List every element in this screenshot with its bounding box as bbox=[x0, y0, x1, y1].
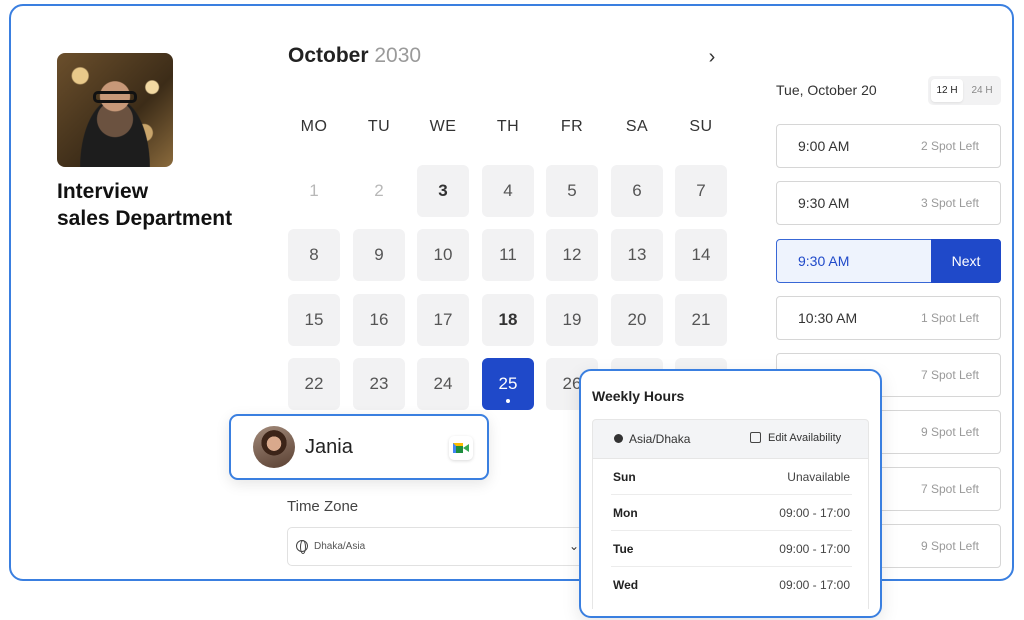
slot-spots: 9 Spot Left bbox=[920, 425, 979, 439]
weekly-day: Tue bbox=[613, 542, 634, 556]
weekly-hours-header: Asia/Dhaka Edit Availability bbox=[592, 419, 869, 459]
calendar-day: 1 bbox=[309, 181, 319, 200]
timezone-label: Time Zone bbox=[287, 498, 359, 515]
format-24h[interactable]: 24 H bbox=[966, 79, 998, 102]
slot-time: 9:30 AM bbox=[798, 195, 850, 211]
slot-spots: 7 Spot Left bbox=[920, 482, 979, 496]
calendar-day[interactable]: 22 bbox=[288, 358, 340, 410]
calendar-day[interactable]: 21 bbox=[675, 294, 727, 346]
weekday-th: TH bbox=[496, 118, 520, 135]
calendar-day[interactable]: 17 bbox=[417, 294, 469, 346]
calendar-day[interactable]: 4 bbox=[482, 165, 534, 217]
calendar-day[interactable]: 9 bbox=[353, 229, 405, 281]
calendar-day[interactable]: 10 bbox=[417, 229, 469, 281]
weekly-hours-value: 09:00 - 17:00 bbox=[779, 542, 850, 556]
glasses-shape bbox=[93, 91, 137, 103]
month-name: October bbox=[288, 44, 369, 67]
invitee-card[interactable]: Jania bbox=[229, 414, 489, 480]
calendar-day[interactable]: 6 bbox=[611, 165, 663, 217]
weekday-we: WE bbox=[429, 118, 457, 135]
slot-spots: 2 Spot Left bbox=[920, 139, 979, 153]
edit-icon[interactable] bbox=[750, 432, 761, 443]
calendar-day[interactable]: 5 bbox=[546, 165, 598, 217]
selected-date-label: Tue, October 20 bbox=[776, 82, 877, 98]
weekday-fr: FR bbox=[560, 118, 584, 135]
slot-spots: 7 Spot Left bbox=[920, 368, 979, 382]
month-year: 2030 bbox=[374, 44, 422, 67]
time-slot[interactable]: 9:30 AM 3 Spot Left bbox=[776, 181, 1001, 225]
weekly-hours-title: Weekly Hours bbox=[592, 388, 685, 404]
calendar-day[interactable]: 13 bbox=[611, 229, 663, 281]
time-slot[interactable]: 10:30 AM 1 Spot Left bbox=[776, 296, 1001, 340]
time-slot-selected[interactable]: 9:30 AM Next bbox=[776, 239, 1001, 283]
slot-time: 9:00 AM bbox=[798, 138, 850, 154]
calendar-day[interactable]: 20 bbox=[611, 294, 663, 346]
meet-icon-body bbox=[453, 443, 463, 453]
weekly-hours-value: 09:00 - 17:00 bbox=[779, 578, 850, 592]
calendar-day[interactable]: 12 bbox=[546, 229, 598, 281]
calendar-day[interactable]: 18 bbox=[482, 294, 534, 346]
event-title-line1: Interview bbox=[57, 180, 149, 203]
calendar-day[interactable]: 24 bbox=[417, 358, 469, 410]
weekly-day: Mon bbox=[613, 506, 638, 520]
calendar-day: 2 bbox=[374, 181, 384, 200]
format-12h[interactable]: 12 H bbox=[931, 79, 963, 102]
weekly-hours-timezone: Asia/Dhaka bbox=[629, 432, 691, 446]
timezone-select[interactable]: Dhaka/Asia ⌄ bbox=[287, 527, 592, 566]
weekly-hours-row: Wed 09:00 - 17:00 bbox=[611, 567, 852, 603]
event-title: Interview sales Department bbox=[57, 178, 277, 232]
time-slot[interactable]: 9:00 AM 2 Spot Left bbox=[776, 124, 1001, 168]
weekly-day: Sun bbox=[613, 470, 636, 484]
calendar-day[interactable]: 19 bbox=[546, 294, 598, 346]
weekly-hours-row: Sun Unavailable bbox=[611, 459, 852, 495]
calendar-day[interactable]: 8 bbox=[288, 229, 340, 281]
invitee-name: Jania bbox=[305, 436, 353, 458]
calendar-day[interactable]: 3 bbox=[417, 165, 469, 217]
slot-time: 9:30 AM bbox=[798, 253, 850, 269]
slot-time: 10:30 AM bbox=[798, 310, 858, 326]
chevron-down-icon: ⌄ bbox=[568, 539, 579, 553]
calendar-day[interactable]: 15 bbox=[288, 294, 340, 346]
event-title-line2: sales Department bbox=[57, 207, 233, 230]
weekday-mo: MO bbox=[300, 118, 328, 135]
edit-availability-link[interactable]: Edit Availability bbox=[768, 432, 841, 444]
calendar-day[interactable]: 23 bbox=[353, 358, 405, 410]
globe-icon bbox=[614, 434, 623, 443]
weekday-sa: SA bbox=[625, 118, 649, 135]
calendar-day[interactable]: 11 bbox=[482, 229, 534, 281]
weekly-hours-row: Mon 09:00 - 17:00 bbox=[611, 495, 852, 531]
calendar-day[interactable]: 16 bbox=[353, 294, 405, 346]
weekly-hours-row: Tue 09:00 - 17:00 bbox=[611, 531, 852, 567]
timezone-value: Dhaka/Asia bbox=[314, 541, 366, 552]
slot-spots: 3 Spot Left bbox=[920, 196, 979, 210]
calendar-day[interactable]: 14 bbox=[675, 229, 727, 281]
slot-spots: 9 Spot Left bbox=[920, 539, 979, 553]
weekly-hours-value: Unavailable bbox=[787, 470, 850, 484]
invitee-avatar bbox=[253, 426, 295, 468]
weekly-day: Wed bbox=[613, 578, 639, 592]
next-button[interactable]: Next bbox=[931, 239, 1001, 283]
calendar-day-selected[interactable]: 25 bbox=[482, 358, 534, 410]
host-avatar bbox=[57, 53, 173, 167]
month-title: October 2030 bbox=[288, 44, 421, 68]
meet-icon-lens bbox=[463, 444, 469, 452]
weekly-hours-list: Sun Unavailable Mon 09:00 - 17:00 Tue 09… bbox=[592, 459, 869, 609]
weekly-hours-value: 09:00 - 17:00 bbox=[779, 506, 850, 520]
slot-spots: 1 Spot Left bbox=[920, 311, 979, 325]
weekday-tu: TU bbox=[367, 118, 391, 135]
chevron-right-icon[interactable]: › bbox=[701, 46, 723, 68]
globe-icon bbox=[296, 540, 308, 554]
weekday-su: SU bbox=[689, 118, 713, 135]
weekly-hours-panel: Weekly Hours Asia/Dhaka Edit Availabilit… bbox=[579, 369, 882, 618]
time-format-toggle: 12 H 24 H bbox=[928, 76, 1001, 105]
google-meet-icon[interactable] bbox=[449, 436, 473, 460]
calendar-day[interactable]: 7 bbox=[675, 165, 727, 217]
